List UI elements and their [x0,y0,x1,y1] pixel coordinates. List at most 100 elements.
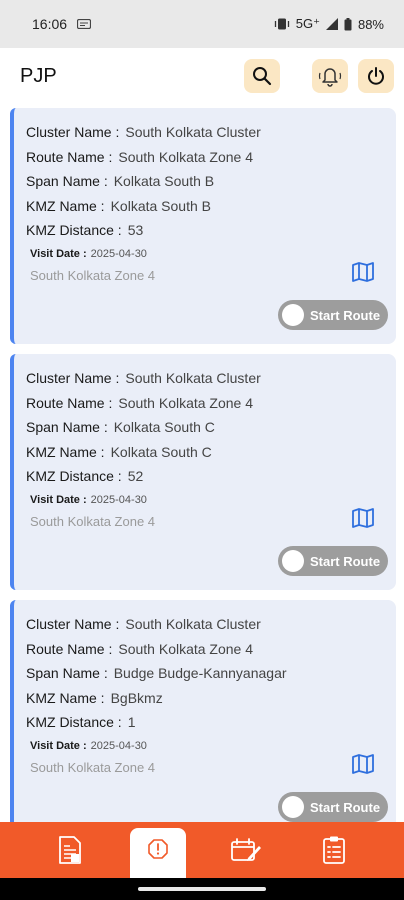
battery-icon [344,17,352,31]
cluster-row: Cluster Name : South Kolkata Cluster [26,120,396,145]
cluster-value: South Kolkata Cluster [125,370,261,387]
span-label: Span Name : [26,665,108,682]
span-value: Kolkata South C [113,419,215,436]
cluster-row: Cluster Name : South Kolkata Cluster [26,366,396,391]
kmz-label: KMZ Name : [26,443,105,460]
notifications-button[interactable] [312,59,348,93]
start-route-button[interactable]: Start Route [278,300,388,330]
message-icon [77,19,92,29]
kmz-label: KMZ Name : [26,689,105,706]
start-route-button[interactable]: Start Route [278,546,388,576]
route-value: South Kolkata Zone 4 [118,394,254,411]
status-bar: 16:06 5G⁺ 88% [0,0,404,48]
nav-schedule[interactable] [218,827,274,873]
visit-date-row: Visit Date :2025-04-30 [26,735,396,757]
span-row: Span Name : Kolkata South B [26,169,396,194]
visit-date-label: Visit Date : [30,739,87,752]
zone-text: South Kolkata Zone 4 [30,514,156,529]
span-label: Span Name : [26,173,108,190]
nav-alerts[interactable] [130,828,186,878]
route-row: Route Name : South Kolkata Zone 4 [26,637,396,662]
toggle-knob [282,304,304,326]
visit-date-row: Visit Date :2025-04-30 [26,243,396,265]
kmz-value: Kolkata South C [110,443,212,460]
map-icon [352,508,374,528]
toggle-knob [282,796,304,818]
visit-date-label: Visit Date : [30,247,87,260]
app-bar: PJP [0,48,404,104]
map-button[interactable] [352,754,374,779]
visit-date-value: 2025-04-30 [90,739,147,752]
search-icon [253,67,272,86]
distance-label: KMZ Distance : [26,714,122,731]
route-card[interactable]: Cluster Name : South Kolkata Cluster Rout… [10,108,396,344]
visit-date-value: 2025-04-30 [90,493,147,506]
span-row: Span Name : Kolkata South C [26,415,396,440]
network-type: 5G⁺ [295,16,320,31]
route-label: Route Name : [26,640,113,657]
gesture-bar [0,878,404,900]
route-value: South Kolkata Zone 4 [118,148,254,165]
map-icon [352,754,374,774]
home-handle[interactable] [138,887,266,891]
map-button[interactable] [352,262,374,287]
distance-row: KMZ Distance : 53 [26,218,396,243]
span-row: Span Name : Budge Budge-Kannyanagar [26,661,396,686]
distance-value: 1 [127,714,136,731]
clipboard-icon [323,836,345,864]
status-time: 16:06 [32,16,68,32]
route-card[interactable]: Cluster Name : South Kolkata Cluster Rout… [10,600,396,822]
vibrate-icon [274,18,290,30]
kmz-row: KMZ Name : BgBkmz [26,686,396,711]
route-list[interactable]: Cluster Name : South Kolkata Cluster Rout… [0,104,404,822]
start-route-button[interactable]: Start Route [278,792,388,822]
document-icon [59,836,81,864]
distance-label: KMZ Distance : [26,222,122,239]
toggle-knob [282,550,304,572]
span-label: Span Name : [26,419,108,436]
distance-row: KMZ Distance : 52 [26,464,396,489]
start-route-label: Start Route [310,307,381,323]
cluster-label: Cluster Name : [26,616,120,633]
route-label: Route Name : [26,148,113,165]
route-label: Route Name : [26,394,113,411]
zone-text: South Kolkata Zone 4 [30,268,156,283]
visit-date-row: Visit Date :2025-04-30 [26,489,396,511]
route-row: Route Name : South Kolkata Zone 4 [26,391,396,416]
battery-level: 88% [357,16,384,32]
bottom-nav [0,822,404,878]
visit-date-value: 2025-04-30 [90,247,147,260]
cluster-label: Cluster Name : [26,124,120,141]
logout-button[interactable] [358,59,394,93]
nav-reports[interactable] [306,827,362,873]
cluster-value: South Kolkata Cluster [125,124,261,141]
start-route-label: Start Route [310,799,381,815]
alert-icon [148,839,168,859]
map-icon [352,262,374,282]
distance-value: 52 [127,468,144,485]
route-value: South Kolkata Zone 4 [118,640,254,657]
bell-icon [318,68,342,87]
route-card[interactable]: Cluster Name : South Kolkata Cluster Rout… [10,354,396,590]
nav-documents[interactable] [42,827,98,873]
page-title: PJP [20,64,57,87]
route-row: Route Name : South Kolkata Zone 4 [26,145,396,170]
start-route-label: Start Route [310,553,381,569]
distance-label: KMZ Distance : [26,468,122,485]
kmz-value: BgBkmz [110,689,163,706]
kmz-label: KMZ Name : [26,197,105,214]
kmz-value: Kolkata South B [110,197,211,214]
cluster-label: Cluster Name : [26,370,120,387]
distance-value: 53 [127,222,144,239]
edit-calendar-icon [231,838,261,861]
cluster-row: Cluster Name : South Kolkata Cluster [26,612,396,637]
search-button[interactable] [244,59,280,93]
zone-text: South Kolkata Zone 4 [30,760,156,775]
distance-row: KMZ Distance : 1 [26,710,396,735]
map-button[interactable] [352,508,374,533]
power-icon [368,67,384,85]
kmz-row: KMZ Name : Kolkata South C [26,440,396,465]
signal-icon [325,18,338,30]
kmz-row: KMZ Name : Kolkata South B [26,194,396,219]
span-value: Budge Budge-Kannyanagar [113,665,287,682]
